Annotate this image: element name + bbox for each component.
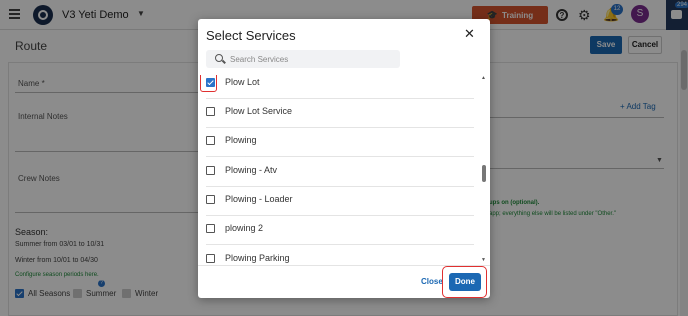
dialog-title: Select Services [206, 28, 296, 43]
search-box[interactable] [206, 50, 400, 68]
select-services-dialog: Select Services ✕ Plow Lot Plow Lot Serv… [198, 19, 490, 298]
service-item[interactable]: plowing 2 [198, 216, 474, 245]
checkbox-icon[interactable] [206, 195, 215, 204]
service-item[interactable]: Plowing - Atv [198, 158, 474, 187]
checkbox-icon[interactable] [206, 166, 215, 175]
service-item[interactable]: Plowing [198, 128, 474, 157]
services-list[interactable]: Plow Lot Plow Lot Service Plowing Plowin… [198, 75, 490, 265]
close-icon[interactable]: ✕ [464, 26, 475, 42]
done-button[interactable]: Done [449, 273, 481, 291]
service-label: plowing 2 [225, 223, 264, 233]
scroll-down-arrow-icon[interactable]: ▼ [481, 257, 486, 263]
service-item[interactable]: Plowing - Loader [198, 187, 474, 216]
service-label: Plow Lot [225, 77, 260, 87]
row-divider [206, 156, 474, 157]
search-input[interactable] [230, 52, 395, 66]
service-item[interactable]: Plow Lot [198, 75, 474, 99]
search-icon [215, 54, 223, 62]
service-label: Plowing [225, 135, 257, 145]
service-item[interactable]: Plowing Parking [198, 246, 474, 265]
service-item[interactable]: Plow Lot Service [198, 99, 474, 128]
row-divider [206, 244, 474, 245]
scroll-up-arrow-icon[interactable]: ▲ [481, 75, 486, 81]
service-label: Plow Lot Service [225, 106, 293, 116]
list-scrollbar-thumb[interactable] [482, 165, 486, 182]
checkbox-checked-icon[interactable] [206, 78, 215, 87]
service-label: Plowing - Loader [225, 194, 293, 204]
close-button[interactable]: Close [421, 277, 443, 286]
checkbox-icon[interactable] [206, 107, 215, 116]
service-label: Plowing - Atv [225, 165, 278, 175]
service-label: Plowing Parking [225, 253, 290, 263]
checkbox-icon[interactable] [206, 254, 215, 263]
checkbox-icon[interactable] [206, 224, 215, 233]
checkbox-icon[interactable] [206, 136, 215, 145]
